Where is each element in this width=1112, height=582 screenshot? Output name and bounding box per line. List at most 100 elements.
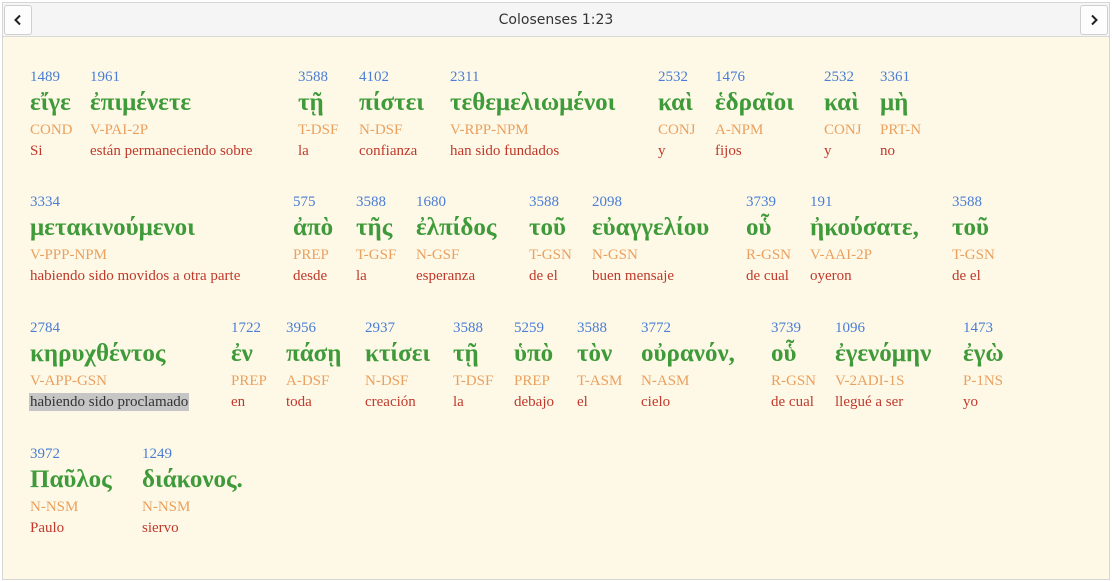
spanish-gloss[interactable]: oyeron [810,267,919,285]
morphology-code[interactable]: V-2ADI-1S [835,372,931,390]
morphology-code[interactable]: T-GSN [529,246,572,264]
morphology-code[interactable]: A-DSF [286,372,341,390]
spanish-gloss[interactable]: debajo [514,393,554,411]
spanish-gloss[interactable]: buen mensaje [592,267,709,285]
morphology-code[interactable]: T-GSN [952,246,995,264]
spanish-gloss[interactable]: el [577,393,622,411]
strong-number-link[interactable]: 2532 [658,69,696,85]
spanish-gloss-selected[interactable]: habiendo sido proclamado [29,393,190,411]
spanish-gloss[interactable]: han sido fundados [450,142,615,160]
strong-number-link[interactable]: 3588 [356,194,396,210]
strong-number-link[interactable]: 3739 [771,320,816,336]
strong-number-link[interactable]: 3739 [746,194,791,210]
morphology-code[interactable]: CONJ [824,121,862,139]
strong-number-link[interactable]: 2937 [365,320,430,336]
greek-word[interactable]: πίστει [359,88,424,118]
morphology-code[interactable]: COND [30,121,73,139]
morphology-code[interactable]: P-1NS [963,372,1004,390]
previous-verse-button[interactable] [4,5,32,35]
strong-number-link[interactable]: 3588 [298,69,338,85]
morphology-code[interactable]: V-PAI-2P [90,121,252,139]
strong-number-link[interactable]: 3588 [529,194,572,210]
morphology-code[interactable]: PREP [514,372,554,390]
greek-word[interactable]: κτίσει [365,339,430,369]
greek-word[interactable]: ἐπιμένετε [90,88,252,118]
greek-word[interactable]: ὑπὸ [514,339,554,369]
spanish-gloss[interactable]: y [658,142,696,160]
morphology-code[interactable]: N-GSF [416,246,496,264]
spanish-gloss[interactable]: están permaneciendo sobre [90,142,252,160]
morphology-code[interactable]: T-ASM [577,372,622,390]
morphology-code[interactable]: N-NSM [30,498,112,516]
spanish-gloss[interactable]: fijos [715,142,794,160]
greek-word[interactable]: ἐλπίδος [416,213,496,243]
greek-word[interactable]: κηρυχθέντος [30,339,189,369]
strong-number-link[interactable]: 3972 [30,446,112,462]
spanish-gloss[interactable]: y [824,142,862,160]
greek-word[interactable]: πάσῃ [286,339,341,369]
spanish-gloss[interactable]: toda [286,393,341,411]
greek-word[interactable]: τῇ [453,339,493,369]
strong-number-link[interactable]: 1476 [715,69,794,85]
morphology-code[interactable]: N-NSM [142,498,243,516]
strong-number-link[interactable]: 3334 [30,194,240,210]
greek-word[interactable]: μετακινούμενοι [30,213,240,243]
spanish-gloss[interactable]: cielo [641,393,735,411]
morphology-code[interactable]: V-PPP-NPM [30,246,240,264]
spanish-gloss[interactable]: Si [30,142,73,160]
strong-number-link[interactable]: 3772 [641,320,735,336]
spanish-gloss[interactable]: llegué a ser [835,393,931,411]
greek-word[interactable]: τὸν [577,339,622,369]
morphology-code[interactable]: V-APP-GSN [30,372,189,390]
greek-word[interactable]: ἐγὼ [963,339,1004,369]
greek-word[interactable]: ἑδραῖοι [715,88,794,118]
strong-number-link[interactable]: 3588 [952,194,995,210]
greek-word[interactable]: διάκονος. [142,465,243,495]
strong-number-link[interactable]: 2098 [592,194,709,210]
spanish-gloss[interactable]: Paulo [30,519,112,537]
greek-word[interactable]: εἴγε [30,88,73,118]
greek-word[interactable]: μὴ [880,88,921,118]
morphology-code[interactable]: R-GSN [771,372,816,390]
greek-word[interactable]: ἀπὸ [293,213,333,243]
morphology-code[interactable]: N-DSF [365,372,430,390]
greek-word[interactable]: ἐν [231,339,267,369]
strong-number-link[interactable]: 1096 [835,320,931,336]
strong-number-link[interactable]: 1489 [30,69,73,85]
morphology-code[interactable]: PRT-N [880,121,921,139]
morphology-code[interactable]: N-ASM [641,372,735,390]
greek-word[interactable]: τεθεμελιωμένοι [450,88,615,118]
strong-number-link[interactable]: 3588 [453,320,493,336]
strong-number-link[interactable]: 3956 [286,320,341,336]
spanish-gloss[interactable]: de el [529,267,572,285]
morphology-code[interactable]: PREP [293,246,333,264]
strong-number-link[interactable]: 5259 [514,320,554,336]
strong-number-link[interactable]: 1961 [90,69,252,85]
strong-number-link[interactable]: 4102 [359,69,424,85]
spanish-gloss[interactable]: esperanza [416,267,496,285]
morphology-code[interactable]: N-GSN [592,246,709,264]
greek-word[interactable]: καὶ [824,88,862,118]
spanish-gloss[interactable]: desde [293,267,333,285]
spanish-gloss[interactable]: de cual [746,267,791,285]
morphology-code[interactable]: V-RPP-NPM [450,121,615,139]
strong-number-link[interactable]: 1680 [416,194,496,210]
spanish-gloss[interactable]: no [880,142,921,160]
spanish-gloss[interactable]: habiendo sido movidos a otra parte [30,267,240,285]
greek-word[interactable]: καὶ [658,88,696,118]
strong-number-link[interactable]: 1722 [231,320,267,336]
greek-word[interactable]: οὗ [746,213,791,243]
morphology-code[interactable]: N-DSF [359,121,424,139]
morphology-code[interactable]: T-GSF [356,246,396,264]
strong-number-link[interactable]: 2784 [30,320,189,336]
morphology-code[interactable]: T-DSF [453,372,493,390]
spanish-gloss[interactable]: de cual [771,393,816,411]
next-verse-button[interactable] [1080,5,1108,35]
spanish-gloss[interactable]: confianza [359,142,424,160]
spanish-gloss[interactable]: yo [963,393,1004,411]
greek-word[interactable]: τοῦ [952,213,995,243]
greek-word[interactable]: οὗ [771,339,816,369]
strong-number-link[interactable]: 575 [293,194,333,210]
morphology-code[interactable]: PREP [231,372,267,390]
spanish-gloss[interactable]: de el [952,267,995,285]
